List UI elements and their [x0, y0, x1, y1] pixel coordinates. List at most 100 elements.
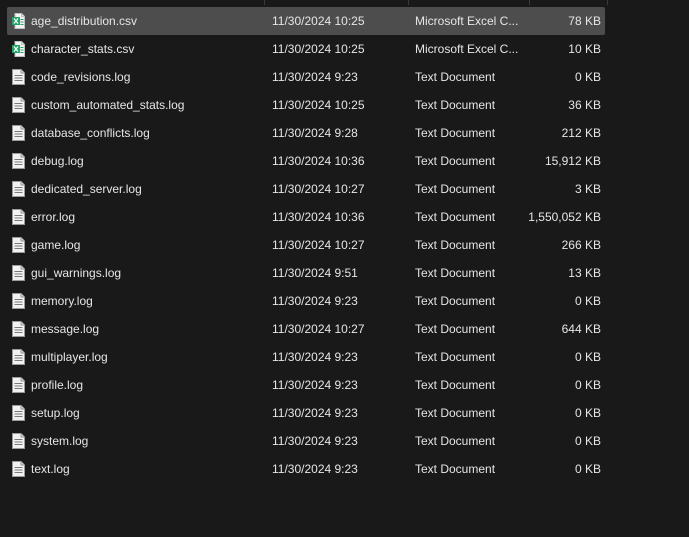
file-row[interactable]: gui_warnings.log 11/30/2024 9:51 Text Docu… [7, 259, 605, 287]
file-row[interactable]: error.log 11/30/2024 10:36 Text Document 1,… [7, 203, 605, 231]
column-divider[interactable] [607, 0, 608, 5]
file-type: Text Document [415, 70, 496, 84]
file-date-modified: 11/30/2024 9:23 [272, 350, 358, 364]
file-name: gui_warnings.log [31, 266, 122, 280]
file-type: Text Document [415, 98, 496, 112]
file-size: 78 KB [568, 14, 601, 28]
file-name: character_stats.csv [31, 42, 135, 56]
file-type: Text Document [415, 154, 496, 168]
text-file-icon [12, 461, 25, 477]
file-date-modified: 11/30/2024 9:23 [272, 462, 358, 476]
text-file-icon [12, 265, 25, 281]
file-size: 644 KB [561, 322, 601, 336]
text-file-icon [12, 349, 25, 365]
text-file-icon [12, 237, 25, 253]
text-file-icon [12, 69, 25, 85]
file-list: age_distribution.csv 11/30/2024 10:25 Micr… [7, 7, 605, 483]
column-divider[interactable] [529, 0, 530, 5]
file-size: 0 KB [574, 294, 601, 308]
file-date-modified: 11/30/2024 10:36 [272, 154, 365, 168]
file-size: 36 KB [568, 98, 601, 112]
text-file-icon [12, 125, 25, 141]
file-type: Text Document [415, 350, 496, 364]
file-name: game.log [31, 238, 81, 252]
file-row[interactable]: dedicated_server.log 11/30/2024 10:27 Text… [7, 175, 605, 203]
file-size: 0 KB [574, 434, 601, 448]
column-header-dividers [0, 0, 689, 6]
file-type: Text Document [415, 126, 496, 140]
file-row[interactable]: setup.log 11/30/2024 9:23 Text Document 0 K… [7, 399, 605, 427]
file-name: debug.log [31, 154, 84, 168]
excel-file-icon [12, 13, 25, 29]
file-type: Text Document [415, 406, 496, 420]
file-name: code_revisions.log [31, 70, 131, 84]
file-size: 10 KB [568, 42, 601, 56]
file-date-modified: 11/30/2024 10:27 [272, 182, 365, 196]
file-type: Microsoft Excel C... [415, 42, 519, 56]
text-file-icon [12, 321, 25, 337]
text-file-icon [12, 153, 25, 169]
file-row[interactable]: character_stats.csv 11/30/2024 10:25 Micro… [7, 35, 605, 63]
file-name: database_conflicts.log [31, 126, 150, 140]
file-date-modified: 11/30/2024 9:23 [272, 294, 358, 308]
text-file-icon [12, 293, 25, 309]
file-size: 3 KB [574, 182, 601, 196]
file-name: dedicated_server.log [31, 182, 142, 196]
file-row[interactable]: system.log 11/30/2024 9:23 Text Document 0 … [7, 427, 605, 455]
file-type: Text Document [415, 238, 496, 252]
text-file-icon [12, 209, 25, 225]
file-row[interactable]: custom_automated_stats.log 11/30/2024 10:… [7, 91, 605, 119]
text-file-icon [12, 97, 25, 113]
column-divider[interactable] [408, 0, 409, 5]
file-date-modified: 11/30/2024 9:23 [272, 434, 358, 448]
file-name: message.log [31, 322, 100, 336]
file-date-modified: 11/30/2024 9:23 [272, 406, 358, 420]
file-date-modified: 11/30/2024 10:36 [272, 210, 365, 224]
file-type: Text Document [415, 182, 496, 196]
file-row[interactable]: age_distribution.csv 11/30/2024 10:25 Micr… [7, 7, 605, 35]
file-size: 15,912 KB [544, 154, 601, 168]
file-row[interactable]: multiplayer.log 11/30/2024 9:23 Text Docum… [7, 343, 605, 371]
file-name: text.log [31, 462, 70, 476]
file-row[interactable]: debug.log 11/30/2024 10:36 Text Document 15… [7, 147, 605, 175]
file-size: 0 KB [574, 350, 601, 364]
file-type: Text Document [415, 322, 496, 336]
file-date-modified: 11/30/2024 9:23 [272, 70, 358, 84]
file-size: 1,550,052 KB [528, 210, 601, 224]
file-size: 0 KB [574, 462, 601, 476]
file-name: multiplayer.log [31, 350, 108, 364]
file-row[interactable]: code_revisions.log 11/30/2024 9:23 Text Do… [7, 63, 605, 91]
file-row[interactable]: database_conflicts.log 11/30/2024 9:28 Tex… [7, 119, 605, 147]
file-name: setup.log [31, 406, 80, 420]
file-row[interactable]: profile.log 11/30/2024 9:23 Text Document 0… [7, 371, 605, 399]
file-date-modified: 11/30/2024 9:51 [272, 266, 358, 280]
file-size: 0 KB [574, 378, 601, 392]
file-date-modified: 11/30/2024 9:23 [272, 378, 358, 392]
file-name: age_distribution.csv [31, 14, 138, 28]
file-row[interactable]: memory.log 11/30/2024 9:23 Text Document 0 … [7, 287, 605, 315]
file-name: profile.log [31, 378, 84, 392]
file-type: Text Document [415, 378, 496, 392]
text-file-icon [12, 181, 25, 197]
file-row[interactable]: game.log 11/30/2024 10:27 Text Document 266… [7, 231, 605, 259]
file-size: 13 KB [568, 266, 601, 280]
file-date-modified: 11/30/2024 10:25 [272, 14, 365, 28]
file-row[interactable]: message.log 11/30/2024 10:27 Text Document… [7, 315, 605, 343]
excel-file-icon [12, 41, 25, 57]
file-type: Text Document [415, 462, 496, 476]
file-type: Text Document [415, 266, 496, 280]
file-date-modified: 11/30/2024 9:28 [272, 126, 358, 140]
text-file-icon [12, 377, 25, 393]
file-name: memory.log [31, 294, 93, 308]
file-size: 0 KB [574, 406, 601, 420]
file-type: Microsoft Excel C... [415, 14, 519, 28]
file-date-modified: 11/30/2024 10:25 [272, 42, 365, 56]
column-divider[interactable] [264, 0, 265, 5]
file-date-modified: 11/30/2024 10:27 [272, 322, 365, 336]
file-row[interactable]: text.log 11/30/2024 9:23 Text Document 0 KB [7, 455, 605, 483]
file-name: custom_automated_stats.log [31, 98, 185, 112]
file-type: Text Document [415, 294, 496, 308]
file-size: 212 KB [561, 126, 601, 140]
file-size: 266 KB [561, 238, 601, 252]
text-file-icon [12, 405, 25, 421]
